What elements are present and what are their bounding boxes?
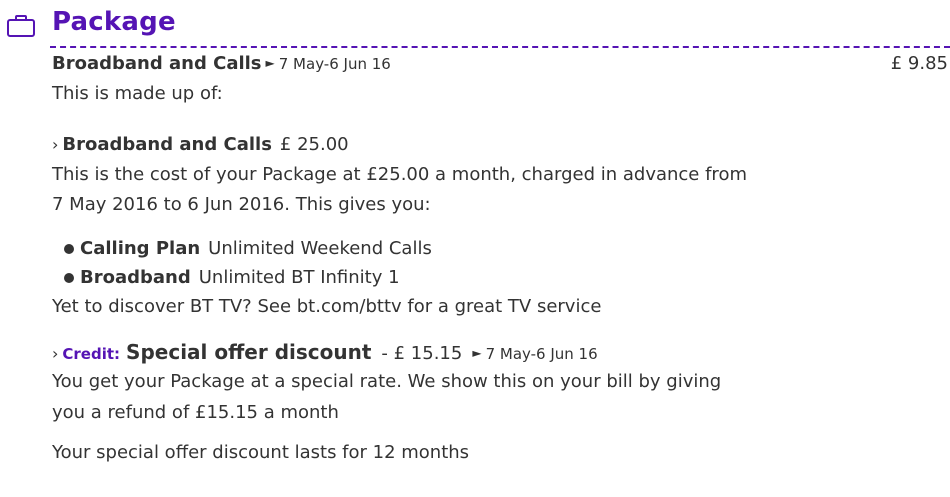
item-name: Special offer discount bbox=[126, 340, 372, 364]
summary-period: 7 May-6 Jun 16 bbox=[278, 55, 391, 73]
item-description: You get your Package at a special rate. … bbox=[52, 371, 722, 392]
item-amount: - £ 15.15 bbox=[381, 343, 463, 364]
briefcase-icon bbox=[6, 14, 36, 38]
item-header: › Credit: Special offer discount - £ 15.15 ►… bbox=[52, 339, 598, 368]
summary-line: Broadband and Calls ► 7 May-6 Jun 16 bbox=[52, 51, 391, 78]
chevron-right-icon: › bbox=[52, 344, 59, 363]
item-amount: £ 25.00 bbox=[279, 134, 349, 155]
item-description: you a refund of £15.15 a month bbox=[52, 402, 339, 423]
summary-amount: £ 9.85 bbox=[890, 53, 948, 74]
feature-value: Unlimited Weekend Calls bbox=[208, 238, 432, 259]
item-name: Broadband and Calls bbox=[62, 134, 272, 155]
item-note: Yet to discover BT TV? See bt.com/bttv f… bbox=[52, 296, 602, 317]
dashed-divider bbox=[50, 46, 950, 48]
item-period: 7 May-6 Jun 16 bbox=[485, 345, 598, 363]
item-description: This is the cost of your Package at £25.… bbox=[52, 164, 747, 185]
bullet-icon bbox=[64, 244, 74, 254]
arrow-right-icon: ► bbox=[472, 346, 482, 360]
summary-name: Broadband and Calls bbox=[52, 53, 262, 74]
feature-label: Broadband bbox=[80, 267, 191, 288]
credit-label: Credit: bbox=[62, 345, 121, 363]
feature-item: Calling Plan Unlimited Weekend Calls bbox=[64, 236, 432, 262]
feature-label: Calling Plan bbox=[80, 238, 201, 259]
bullet-icon bbox=[64, 273, 74, 283]
section-header: Package bbox=[0, 0, 950, 44]
item-note: Your special offer discount lasts for 12… bbox=[52, 442, 470, 463]
arrow-right-icon: ► bbox=[265, 56, 275, 70]
bill-package-section: Package Broadband and Calls ► 7 May-6 Jun … bbox=[0, 0, 950, 497]
page-title: Package bbox=[52, 7, 176, 37]
feature-value: Unlimited BT Infinity 1 bbox=[198, 267, 400, 288]
chevron-right-icon: › bbox=[52, 135, 59, 154]
feature-item: Broadband Unlimited BT Infinity 1 bbox=[64, 265, 400, 291]
made-up-text: This is made up of: bbox=[52, 83, 223, 104]
item-description: 7 May 2016 to 6 Jun 2016. This gives you… bbox=[52, 194, 431, 215]
item-header: › Broadband and Calls £ 25.00 bbox=[52, 132, 349, 158]
